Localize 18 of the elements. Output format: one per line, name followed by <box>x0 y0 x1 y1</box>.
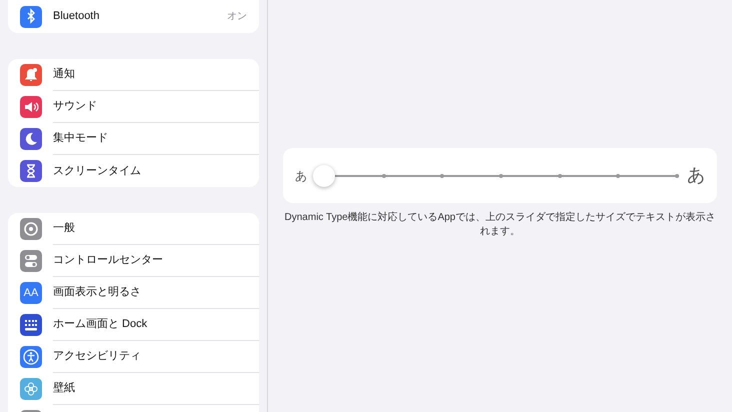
status-value: オン <box>227 10 247 24</box>
sidebar-item[interactable]: 通知 <box>53 66 247 83</box>
sidebar-item[interactable]: 壁紙 <box>53 380 247 397</box>
sidebar-item[interactable]: 一般 <box>53 220 247 237</box>
sidebar-item[interactable]: 集中モード <box>53 130 247 147</box>
sidebar-item[interactable]: Bluetooth <box>53 8 227 25</box>
sidebar-item[interactable]: サウンド <box>53 98 247 115</box>
text-size-slider[interactable] <box>313 164 681 188</box>
sidebar-item[interactable]: アクセシビリティ <box>53 348 247 365</box>
slider-thumb[interactable] <box>313 164 335 186</box>
sidebar-item[interactable]: ホーム画面と Dock <box>53 316 247 333</box>
sidebar-item[interactable]: コントロールセンター <box>53 252 247 269</box>
sidebar-item[interactable]: 画面表示と明るさ <box>53 284 247 301</box>
caption-text: Dynamic Type機能に対応しているAppでは、上のスライダで指定したサイズでテキストが表示されます。 <box>284 211 716 239</box>
text-size-icon: AA <box>20 282 42 304</box>
large-text-label: あ <box>687 164 705 187</box>
small-text-label: あ <box>295 168 307 184</box>
sidebar-item[interactable]: スクリーンタイム <box>53 162 247 180</box>
